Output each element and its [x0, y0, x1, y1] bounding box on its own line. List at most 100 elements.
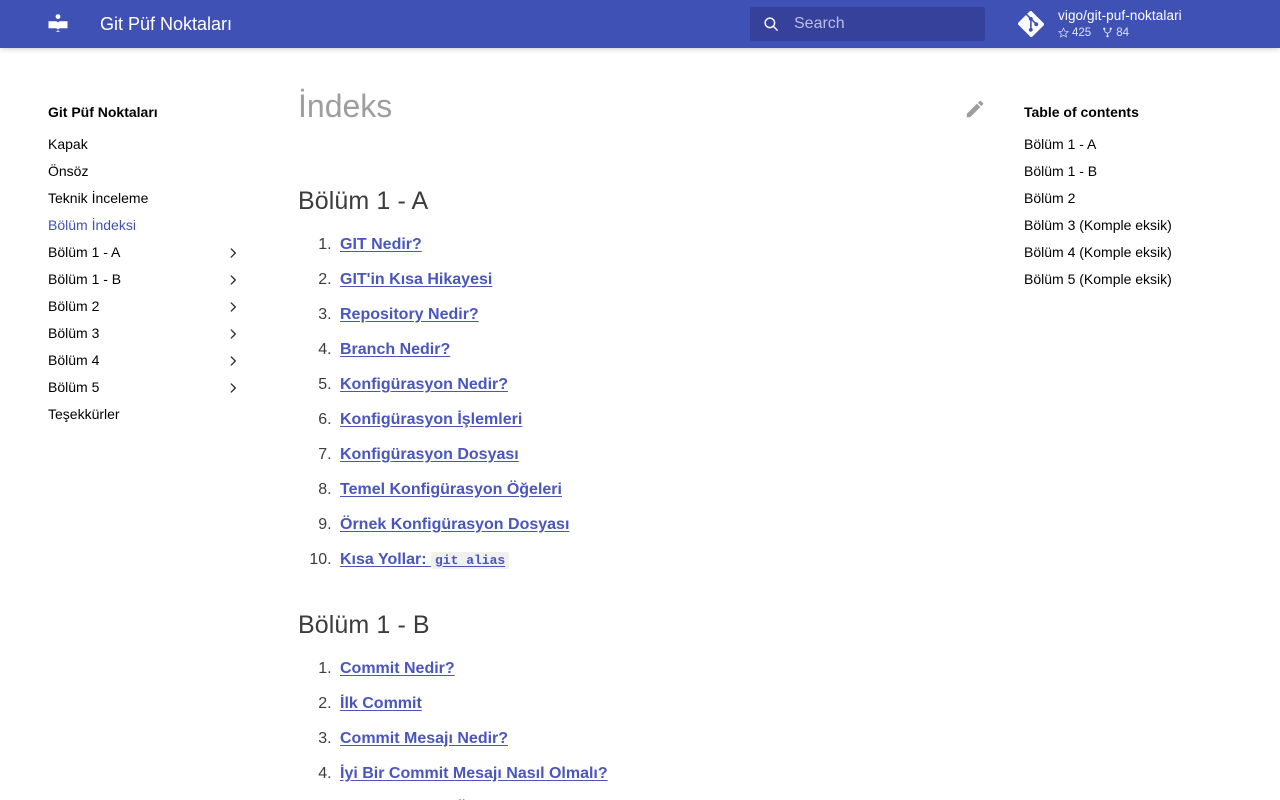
toc-item-bolum-1-b[interactable]: Bölüm 1 - B — [1010, 158, 1280, 185]
toc-item-bolum-2[interactable]: Bölüm 2 — [1010, 185, 1280, 212]
search-container — [750, 7, 985, 41]
search-input[interactable] — [750, 7, 985, 41]
sidebar-item-label: Bölüm 1 - A — [48, 244, 121, 260]
git-icon — [1018, 11, 1044, 37]
content-link[interactable]: Temel Konfigürasyon Öğeleri — [340, 481, 562, 498]
chevron-right-icon[interactable] — [226, 354, 240, 368]
sidebar-item-label: Bölüm 2 — [48, 298, 100, 314]
chevron-right-icon[interactable] — [226, 246, 240, 260]
link-list: Commit Nedir? İlk Commit Commit Mesajı N… — [298, 657, 970, 800]
content-inner: İndeks Bölüm 1 - A GIT Nedir? GIT'in Kıs… — [298, 48, 984, 800]
link-text: Kısa Yollar: — [340, 550, 431, 568]
logo-button[interactable] — [34, 0, 82, 48]
chevron-right-icon[interactable] — [226, 273, 240, 287]
sidebar-item-teknik-inceleme[interactable]: Teknik İnceleme — [0, 185, 270, 212]
content-link[interactable]: GIT'in Kısa Hikayesi — [340, 271, 492, 288]
list-item: Commit Nedir? — [336, 657, 970, 681]
edit-page-button[interactable] — [964, 98, 988, 122]
content-link[interactable]: Commit Nedir? — [340, 660, 455, 677]
toc-title: Table of contents — [1024, 104, 1139, 120]
nav-title: Git Püf Noktaları — [48, 104, 158, 120]
repository-stars: 425 — [1058, 27, 1091, 40]
toc-list: Bölüm 1 - A Bölüm 1 - B Bölüm 2 Bölüm 3 … — [1010, 131, 1280, 293]
sidebar-item-label: Teşekkürler — [48, 406, 120, 422]
inline-code: git alias — [431, 551, 510, 569]
list-item: Branch Nedir? — [336, 338, 970, 362]
content-link[interactable]: Branch Nedir? — [340, 341, 450, 358]
sidebar-item-label: Önsöz — [48, 163, 89, 179]
content-link[interactable]: Konfigürasyon Nedir? — [340, 376, 508, 393]
sidebar-item-label: Teknik İnceleme — [48, 190, 149, 206]
sidebar-item-label: Bölüm 3 — [48, 325, 100, 341]
list-item: Kısa Yollar: git alias — [336, 548, 970, 572]
list-item: Konfigürasyon İşlemleri — [336, 408, 970, 432]
section-bolum-1-a: Bölüm 1 - A GIT Nedir? GIT'in Kısa Hikay… — [298, 184, 970, 572]
list-item: İyi Bir Commit Mesajı Nasıl Olmalı? — [336, 762, 970, 786]
sidebar-item-bolum-1-a[interactable]: Bölüm 1 - A — [0, 239, 270, 266]
link-list: GIT Nedir? GIT'in Kısa Hikayesi Reposito… — [298, 233, 970, 572]
list-item: GIT'in Kısa Hikayesi — [336, 268, 970, 292]
sidebar-item-bolum-3[interactable]: Bölüm 3 — [0, 320, 270, 347]
search-icon — [764, 17, 778, 31]
list-item: Temel Konfigürasyon Öğeleri — [336, 478, 970, 502]
primary-sidebar: Git Püf Noktaları Kapak Önsöz Teknik İnc… — [0, 48, 270, 428]
sidebar-item-bolum-4[interactable]: Bölüm 4 — [0, 347, 270, 374]
chevron-right-icon[interactable] — [226, 381, 240, 395]
repository-meta: vigo/git-puf-noktalari 425 84 — [1058, 7, 1182, 40]
content-link-with-code[interactable]: Kısa Yollar: git alias — [340, 550, 510, 569]
chevron-right-icon[interactable] — [226, 327, 240, 341]
content-link[interactable]: Repository Nedir? — [340, 306, 479, 323]
page-container: Git Püf Noktaları Kapak Önsöz Teknik İnc… — [0, 48, 1280, 800]
repository-forks: 84 — [1102, 27, 1129, 40]
section-bolum-1-b: Bölüm 1 - B Commit Nedir? İlk Commit Com… — [298, 608, 970, 800]
list-item: Commit Mesajı Nedir? — [336, 727, 970, 751]
content-link[interactable]: GIT Nedir? — [340, 236, 422, 253]
list-item: Konfigürasyon Dosyası — [336, 443, 970, 467]
content-link[interactable]: Konfigürasyon İşlemleri — [340, 411, 522, 428]
content-link[interactable]: Commit Mesajı Nedir? — [340, 730, 508, 747]
sidebar-item-bolum-1-b[interactable]: Bölüm 1 - B — [0, 266, 270, 293]
toc-item-bolum-5[interactable]: Bölüm 5 (Komple eksik) — [1010, 266, 1280, 293]
pencil-icon — [966, 100, 984, 118]
content-link[interactable]: Örnek Konfigürasyon Dosyası — [340, 516, 569, 533]
stars-count: 425 — [1072, 26, 1092, 39]
sidebar-item-onsoz[interactable]: Önsöz — [0, 158, 270, 185]
sidebar-item-tesekkurler[interactable]: Teşekkürler — [0, 401, 270, 428]
toc-sidebar: Table of contents Bölüm 1 - A Bölüm 1 - … — [1010, 48, 1280, 293]
repository-link[interactable]: vigo/git-puf-noktalari 425 84 — [1018, 0, 1258, 48]
sidebar-item-label: Bölüm 5 — [48, 379, 100, 395]
toc-item-bolum-3[interactable]: Bölüm 3 (Komple eksik) — [1010, 212, 1280, 239]
sidebar-item-bolum-2[interactable]: Bölüm 2 — [0, 293, 270, 320]
section-heading: Bölüm 1 - B — [298, 610, 430, 639]
list-item: Repository Nedir? — [336, 303, 970, 327]
section-heading: Bölüm 1 - A — [298, 186, 429, 215]
forks-count: 84 — [1116, 26, 1129, 39]
book-logo-icon — [48, 14, 68, 32]
repository-name: vigo/git-puf-noktalari — [1058, 7, 1182, 23]
list-item: İlk Commit — [336, 692, 970, 716]
content-link[interactable]: Konfigürasyon Dosyası — [340, 446, 519, 463]
site-header: Git Püf Noktaları vigo/git-puf-noktalari… — [0, 0, 1280, 48]
sidebar-item-label: Kapak — [48, 136, 88, 152]
nav-list: Kapak Önsöz Teknik İnceleme Bölüm İndeks… — [0, 131, 270, 428]
list-item: GIT Nedir? — [336, 233, 970, 257]
sidebar-item-kapak[interactable]: Kapak — [0, 131, 270, 158]
star-icon — [1058, 27, 1069, 39]
fork-icon — [1103, 28, 1113, 38]
chevron-right-icon[interactable] — [226, 300, 240, 314]
list-item: Basit Kullanım Örneği — [336, 797, 970, 800]
search-form[interactable] — [750, 7, 985, 41]
sidebar-item-bolum-5[interactable]: Bölüm 5 — [0, 374, 270, 401]
list-item: Konfigürasyon Nedir? — [336, 373, 970, 397]
content-link[interactable]: İyi Bir Commit Mesajı Nasıl Olmalı? — [340, 765, 608, 782]
page-title: İndeks — [298, 88, 393, 124]
content-link[interactable]: İlk Commit — [340, 695, 422, 712]
sidebar-item-bolum-indeksi[interactable]: Bölüm İndeksi — [0, 212, 270, 239]
main-content: İndeks Bölüm 1 - A GIT Nedir? GIT'in Kıs… — [270, 48, 1010, 800]
repository-facts: 425 84 — [1058, 27, 1182, 40]
toc-item-bolum-1-a[interactable]: Bölüm 1 - A — [1010, 131, 1280, 158]
sidebar-item-label: Bölüm 1 - B — [48, 271, 122, 287]
sidebar-item-label: Bölüm 4 — [48, 352, 100, 368]
sidebar-item-label: Bölüm İndeksi — [48, 217, 136, 233]
toc-item-bolum-4[interactable]: Bölüm 4 (Komple eksik) — [1010, 239, 1280, 266]
